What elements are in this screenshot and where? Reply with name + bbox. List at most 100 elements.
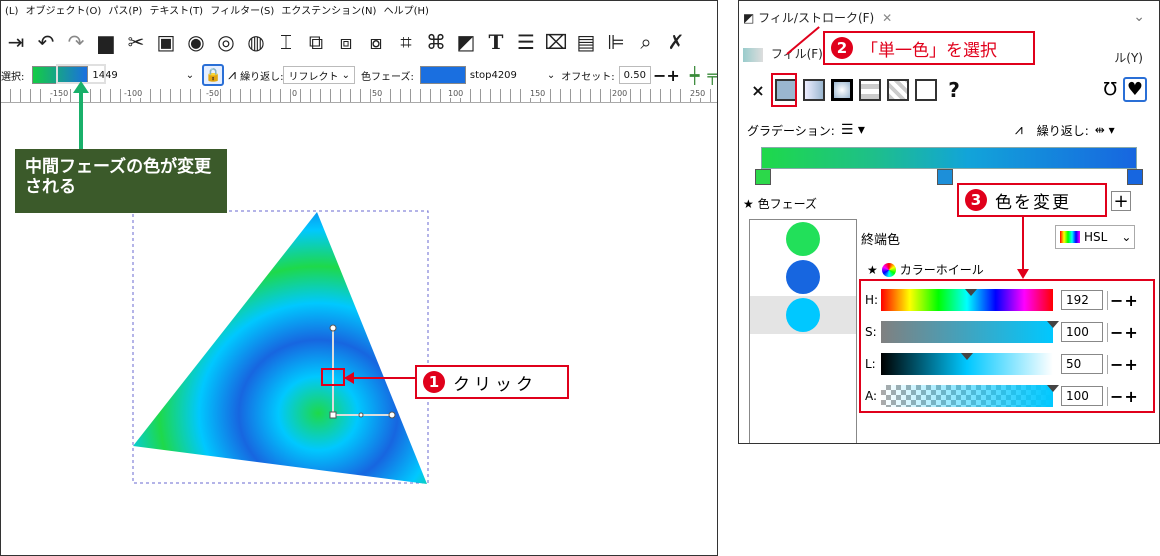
color-wheel-row[interactable]: ★ カラーホイール	[867, 261, 984, 278]
preferences-icon[interactable]: ✗	[663, 29, 689, 55]
undo-icon[interactable]: ↶	[33, 29, 59, 55]
saturation-slider[interactable]	[881, 321, 1059, 343]
repeat-mode-select[interactable]: ⇹ ▾	[1095, 123, 1115, 137]
export-icon[interactable]: ⇥	[3, 29, 29, 55]
tab-fill[interactable]: フィル(F)	[771, 47, 823, 61]
menu-item-help[interactable]: ヘルプ(H)	[384, 6, 429, 17]
unlink-clone-icon[interactable]: ⧇	[363, 29, 389, 55]
alpha-slider[interactable]	[881, 385, 1059, 407]
gradient-radius-handle[interactable]	[329, 324, 337, 332]
swatch-button[interactable]	[915, 79, 937, 101]
hue-slider[interactable]	[881, 289, 1053, 311]
paste-icon[interactable]: ▣	[153, 29, 179, 55]
menu-item-object[interactable]: オブジェクト(O)	[26, 6, 102, 17]
offset-field[interactable]: 0.50	[618, 66, 651, 84]
slider-thumb[interactable]	[965, 289, 977, 296]
list-item[interactable]	[750, 258, 856, 296]
zoom-width-icon[interactable]: ⌶	[273, 29, 299, 55]
list-item[interactable]	[750, 220, 856, 258]
hue-stepper[interactable]: −+	[1107, 290, 1139, 310]
gradient-stop-marker[interactable]	[755, 169, 771, 185]
mesh-gradient-button[interactable]	[859, 79, 881, 101]
saturation-value[interactable]: 100	[1061, 322, 1103, 342]
gradient-triangle[interactable]	[133, 212, 427, 484]
gradient-stop-marker[interactable]	[1127, 169, 1143, 185]
collapse-icon[interactable]: ★	[743, 197, 754, 211]
gradient-stop-marker[interactable]	[937, 169, 953, 185]
lightness-value[interactable]: 50	[1061, 354, 1103, 374]
horizontal-ruler[interactable]: -150 -100 -50 0 50 100 150 200 250	[1, 89, 717, 103]
gradient-stop-handle[interactable]	[358, 412, 364, 418]
no-paint-button[interactable]: ×	[747, 79, 769, 101]
radial-gradient-button[interactable]	[831, 79, 853, 101]
gradient-select[interactable]: ☰ ▾	[841, 122, 865, 138]
distribute-icon[interactable]: ⊫	[603, 29, 629, 55]
slider-thumb[interactable]	[961, 353, 973, 360]
ungroup-icon[interactable]: ⌘	[423, 29, 449, 55]
duplicate-icon[interactable]: ⧉	[303, 29, 329, 55]
lock-icon[interactable]: 🔒	[202, 64, 225, 86]
group-icon[interactable]: ⌗	[393, 29, 419, 55]
clone-icon[interactable]: ⧈	[333, 29, 359, 55]
color-mode-select[interactable]: HSL ⌄	[1055, 225, 1135, 249]
slider-thumb[interactable]	[1047, 385, 1059, 392]
chevron-down-icon[interactable]: ⌄	[547, 70, 555, 81]
list-item[interactable]	[750, 296, 856, 334]
collapse-icon[interactable]: ★	[867, 263, 878, 277]
align-icon[interactable]: ☰	[513, 29, 539, 55]
hue-value[interactable]: 192	[1061, 290, 1103, 310]
menu-item-path[interactable]: パス(P)	[108, 6, 142, 17]
gradient-radius-handle[interactable]	[388, 411, 396, 419]
menubar: (L) オブジェクト(O) パス(P) テキスト(T) フィルター(S) エクス…	[1, 1, 717, 23]
alpha-value[interactable]: 100	[1061, 386, 1103, 406]
stop-color-swatch[interactable]	[419, 66, 466, 84]
text-tool-icon[interactable]: T	[483, 29, 509, 55]
zoom-page-icon[interactable]: ◍	[243, 29, 269, 55]
slider-row-a: A: 100 −+	[865, 383, 1153, 409]
saturation-stepper[interactable]: −+	[1107, 322, 1139, 342]
delete-stop-icon[interactable]: ╤	[707, 66, 717, 85]
reverse-icon[interactable]: ⩘	[228, 67, 236, 83]
gradient-tool-controls: 選択: 1449 ⌄ 🔒 ⩘ 繰り返し: リフレクト ⌄ 色フェーズ: stop…	[1, 61, 717, 89]
tab-stroke-style[interactable]: ル(Y)	[1114, 49, 1143, 66]
stops-header: ★ 色フェーズ	[743, 195, 817, 212]
reverse-icon[interactable]: ⩘	[1015, 122, 1023, 138]
menu-item-extensions[interactable]: エクステンション(N)	[281, 6, 376, 17]
chevron-down-icon[interactable]: ⌄	[186, 70, 194, 81]
menu-item-edit[interactable]: (L)	[5, 6, 18, 17]
objects-icon[interactable]: ▤	[573, 29, 599, 55]
slider-thumb[interactable]	[1047, 321, 1059, 328]
lightness-stepper[interactable]: −+	[1107, 354, 1139, 374]
color-wheel-icon	[881, 262, 896, 277]
add-stop-button[interactable]: +	[1111, 191, 1131, 212]
menu-item-text[interactable]: テキスト(T)	[149, 6, 203, 17]
xml-editor-icon[interactable]: ⌧	[543, 29, 569, 55]
redo-icon[interactable]: ↷	[63, 29, 89, 55]
lightness-slider[interactable]	[881, 353, 1053, 375]
linear-gradient-button[interactable]	[803, 79, 825, 101]
repeat-select[interactable]: リフレクト ⌄	[283, 66, 356, 84]
offset-value: 0.50	[623, 69, 646, 81]
zoom-drawing-icon[interactable]: ◎	[213, 29, 239, 55]
menu-item-filter[interactable]: フィルター(S)	[210, 6, 274, 17]
alpha-stepper[interactable]: −+	[1107, 386, 1139, 406]
stop-handle-highlight[interactable]	[321, 368, 345, 386]
close-icon[interactable]: ✕	[882, 11, 892, 25]
gradient-center-handle[interactable]	[329, 411, 337, 419]
cut-icon[interactable]: ✂	[123, 29, 149, 55]
fill-rule-nonzero-icon[interactable]: ♥	[1122, 77, 1147, 102]
fill-rule-evenodd-icon[interactable]: ℧	[1103, 79, 1117, 100]
copy-icon[interactable]: ▆	[93, 29, 119, 55]
stops-list[interactable]	[749, 219, 857, 443]
pattern-button[interactable]	[887, 79, 909, 101]
gradient-editor-bar[interactable]	[761, 147, 1137, 169]
zoom-selection-icon[interactable]: ◉	[183, 29, 209, 55]
insert-stop-icon[interactable]: ┿	[690, 66, 700, 85]
unset-paint-button[interactable]: ?	[943, 78, 965, 102]
fill-stroke-icon: ◩	[743, 11, 755, 25]
ruler-label: 50	[371, 89, 384, 98]
chevron-down-icon[interactable]: ⌄	[1133, 9, 1145, 25]
decrement-icon[interactable]: −+	[653, 66, 680, 85]
fill-stroke-icon[interactable]: ◩	[453, 29, 479, 55]
doc-properties-icon[interactable]: ⌕	[633, 29, 659, 55]
